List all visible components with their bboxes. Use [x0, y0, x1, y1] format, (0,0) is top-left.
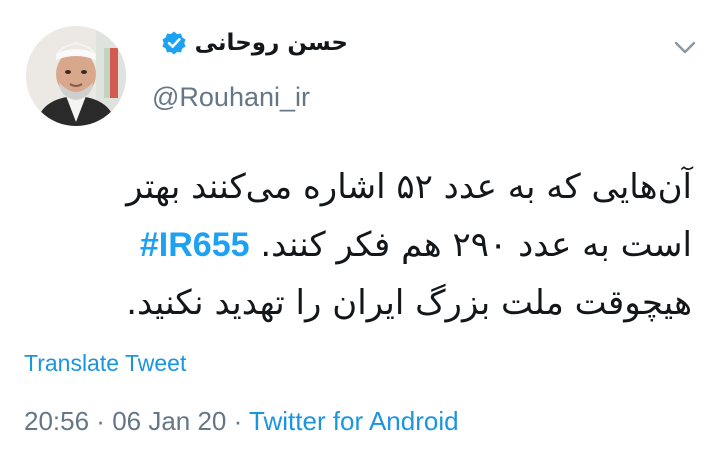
- user-name-row: حسن روحانی: [161, 30, 348, 56]
- translate-tweet-link[interactable]: Translate Tweet: [24, 350, 186, 377]
- user-handle[interactable]: @Rouhani_ir: [152, 82, 310, 113]
- tweet-text: آن‌هایی که به عدد ۵۲ اشاره می‌کنند بهتر …: [20, 158, 692, 332]
- tweet-time[interactable]: 20:56: [24, 406, 89, 436]
- profile-photo-icon: [26, 26, 126, 126]
- tweet-line-text: است به عدد ۲۹۰ هم فکر کنند.: [260, 225, 692, 265]
- tweet-line: آن‌هایی که به عدد ۵۲ اشاره می‌کنند بهتر: [126, 167, 692, 207]
- tweet-meta: 20:56 · 06 Jan 20 · Twitter for Android: [24, 406, 459, 437]
- tweet-line: است به عدد ۲۹۰ هم فکر کنند. #IR655: [20, 216, 692, 274]
- tweet-date[interactable]: 06 Jan 20: [112, 406, 226, 436]
- chevron-down-icon[interactable]: [674, 40, 696, 54]
- avatar[interactable]: [26, 26, 126, 126]
- meta-separator: ·: [89, 406, 113, 436]
- verified-badge-icon: [161, 30, 187, 56]
- hashtag-link[interactable]: #IR655: [140, 226, 250, 264]
- display-name[interactable]: حسن روحانی: [195, 30, 348, 56]
- meta-separator: ·: [226, 406, 250, 436]
- tweet-line: هیچوقت ملت بزرگ ایران را تهدید نکنید.: [126, 283, 692, 323]
- tweet-source-link[interactable]: Twitter for Android: [249, 406, 459, 436]
- tweet-card: حسن روحانی @Rouhani_ir آن‌هایی که به عدد…: [0, 0, 720, 463]
